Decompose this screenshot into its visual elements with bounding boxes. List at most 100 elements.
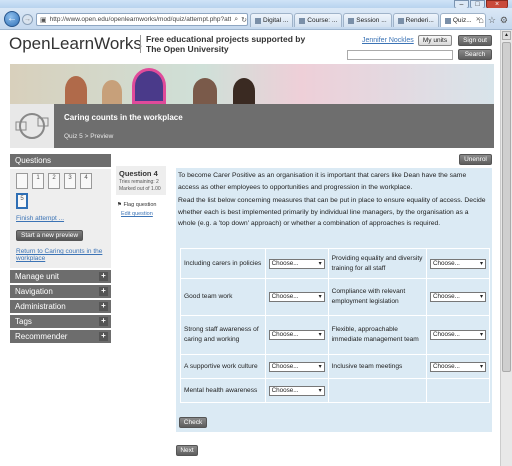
tagline-line-1: Free educational projects supported by [146, 34, 306, 44]
table-row: A supportive work culture Choose... Incl… [180, 354, 491, 379]
finish-attempt-link[interactable]: Finish attempt ... [16, 215, 105, 222]
expand-plus-icon[interactable]: + [99, 332, 108, 341]
question-button[interactable]: 3 [64, 173, 76, 189]
sidebar: Questions 1 2 3 4 5 Finish attempt ... S… [10, 154, 111, 345]
refresh-icon[interactable]: ↻ [241, 16, 247, 24]
search-icon[interactable]: ⌕ [234, 16, 238, 24]
choice-select[interactable]: Choose... [268, 330, 325, 340]
item-label: A supportive work culture [180, 354, 266, 379]
user-name-link[interactable]: Jennifer Nockles [362, 37, 414, 44]
block-header[interactable]: Navigation + [10, 285, 111, 298]
scroll-up-icon[interactable]: ▲ [502, 31, 511, 40]
next-button[interactable]: Next [176, 445, 198, 456]
start-new-preview-button[interactable]: Start a new preview [16, 230, 84, 241]
search-input[interactable] [347, 50, 453, 60]
browser-tab[interactable]: Digital ... [250, 13, 294, 27]
question-info: Question 4 Tries remaining: 2 Marked out… [116, 166, 166, 195]
expand-plus-icon[interactable]: + [99, 272, 108, 281]
address-bar[interactable]: ▣ http://www.open.edu/openlearnworks/mod… [36, 13, 248, 26]
return-to-course-link[interactable]: Return to Caring counts in the workplace [16, 248, 105, 262]
browser-tab[interactable]: Session ... [343, 13, 392, 27]
flag-label: Flag question [123, 202, 157, 208]
block-header[interactable]: Administration + [10, 300, 111, 313]
item-label: Inclusive team meetings [327, 354, 427, 379]
choice-select[interactable]: Choose... [429, 330, 486, 340]
expand-plus-icon[interactable]: + [99, 287, 108, 296]
breadcrumb: Quiz 5 > Preview [64, 133, 113, 140]
expand-plus-icon[interactable]: + [99, 302, 108, 311]
table-row: Strong staff awareness of caring and wor… [180, 315, 491, 355]
banner-person-image [65, 76, 87, 104]
choice-select[interactable]: Choose... [268, 361, 325, 372]
question-button[interactable]: 1 [32, 173, 44, 189]
expand-plus-icon[interactable]: + [99, 317, 108, 326]
quiz-navigation: 1 2 3 4 5 Finish attempt ... Start a new… [10, 169, 111, 268]
choice-select[interactable]: Choose... [268, 258, 325, 269]
tab-favicon-icon [255, 17, 261, 24]
unenrol-button[interactable]: Unenrol [459, 154, 492, 165]
question-instructions: Read the list below concerning measures … [178, 197, 486, 227]
tab-label: Course: ... [307, 17, 338, 24]
table-row: Mental health awareness Choose... [180, 378, 491, 403]
home-icon[interactable]: ⌂ [478, 15, 483, 26]
tab-favicon-icon [348, 17, 355, 24]
item-label: Flexible, approachable immediate managem… [327, 315, 427, 355]
breadcrumb-quiz[interactable]: Quiz 5 [64, 133, 83, 140]
site-tagline: Free educational projects supported by T… [146, 34, 306, 54]
item-label: Including carers in policies [180, 248, 266, 279]
choice-select[interactable]: Choose... [268, 292, 325, 302]
sign-out-button[interactable]: Sign out [458, 35, 492, 46]
browser-tab[interactable]: Course: ... [294, 13, 343, 27]
questions-title: Questions [15, 156, 52, 165]
choice-select[interactable]: Choose... [429, 258, 486, 269]
browser-toolbar: ← → ▣ http://www.open.edu/openlearnworks… [0, 8, 512, 30]
question-button[interactable]: 2 [48, 173, 60, 189]
course-header: Caring counts in the workplace Quiz 5 > … [10, 104, 494, 148]
choice-select[interactable]: Choose... [429, 361, 486, 372]
edit-question-link[interactable]: Edit question [121, 211, 153, 217]
banner-person-image [102, 80, 122, 104]
question-button[interactable]: 4 [80, 173, 92, 189]
site-logo[interactable]: OpenLearnWorks [9, 34, 142, 54]
logo-part-1: OpenLearn [9, 34, 95, 53]
block-header[interactable]: Tags + [10, 315, 111, 328]
scrollbar-thumb[interactable] [502, 42, 511, 372]
tab-label: Digital ... [263, 17, 289, 24]
check-button[interactable]: Check [179, 417, 207, 428]
search-button[interactable]: Search [458, 49, 492, 60]
vertical-scrollbar[interactable]: ▲ [500, 30, 512, 466]
block-label: Recommender [15, 332, 68, 341]
question-buttons: 1 2 3 4 5 [16, 173, 106, 209]
item-label: Mental health awareness [180, 378, 266, 403]
choice-select[interactable]: Choose... [268, 385, 325, 396]
star-icon[interactable]: ☆ [488, 15, 496, 26]
breadcrumb-separator: > [84, 133, 89, 140]
choice-select[interactable]: Choose... [429, 292, 486, 302]
questions-block-header: Questions [10, 154, 111, 167]
item-label: Compliance with relevant employment legi… [327, 278, 427, 316]
block-header[interactable]: Manage unit + [10, 270, 111, 283]
table-row: Including carers in policies Choose... P… [180, 248, 491, 279]
my-units-button[interactable]: My units [418, 35, 452, 46]
gear-icon[interactable]: ⚙ [500, 15, 508, 26]
block-label: Administration [15, 302, 66, 311]
tab-favicon-icon [444, 17, 451, 24]
tab-favicon-icon [299, 17, 306, 24]
question-button-current[interactable]: 5 [16, 193, 28, 209]
tab-label: Quiz... [452, 17, 472, 24]
forward-arrow-icon[interactable]: → [22, 14, 33, 25]
block-header[interactable]: Recommender + [10, 330, 111, 343]
banner-person-image [132, 68, 166, 104]
block-label: Tags [15, 317, 32, 326]
question-button[interactable] [16, 173, 28, 189]
item-label: Good team work [180, 278, 266, 316]
logo-divider [140, 35, 141, 53]
block-label: Manage unit [15, 272, 60, 281]
web-page: OpenLearnWorks Free educational projects… [0, 30, 500, 466]
flag-question[interactable]: ⚑ Flag question [117, 202, 157, 208]
url-text: http://www.open.edu/openlearnworks/mod/q… [49, 16, 232, 23]
hero-banner [10, 64, 494, 104]
question-content: To become Carer Positive as an organisat… [176, 168, 492, 432]
browser-tab[interactable]: Renderi... [392, 13, 439, 27]
back-arrow-icon[interactable]: ← [4, 11, 20, 27]
